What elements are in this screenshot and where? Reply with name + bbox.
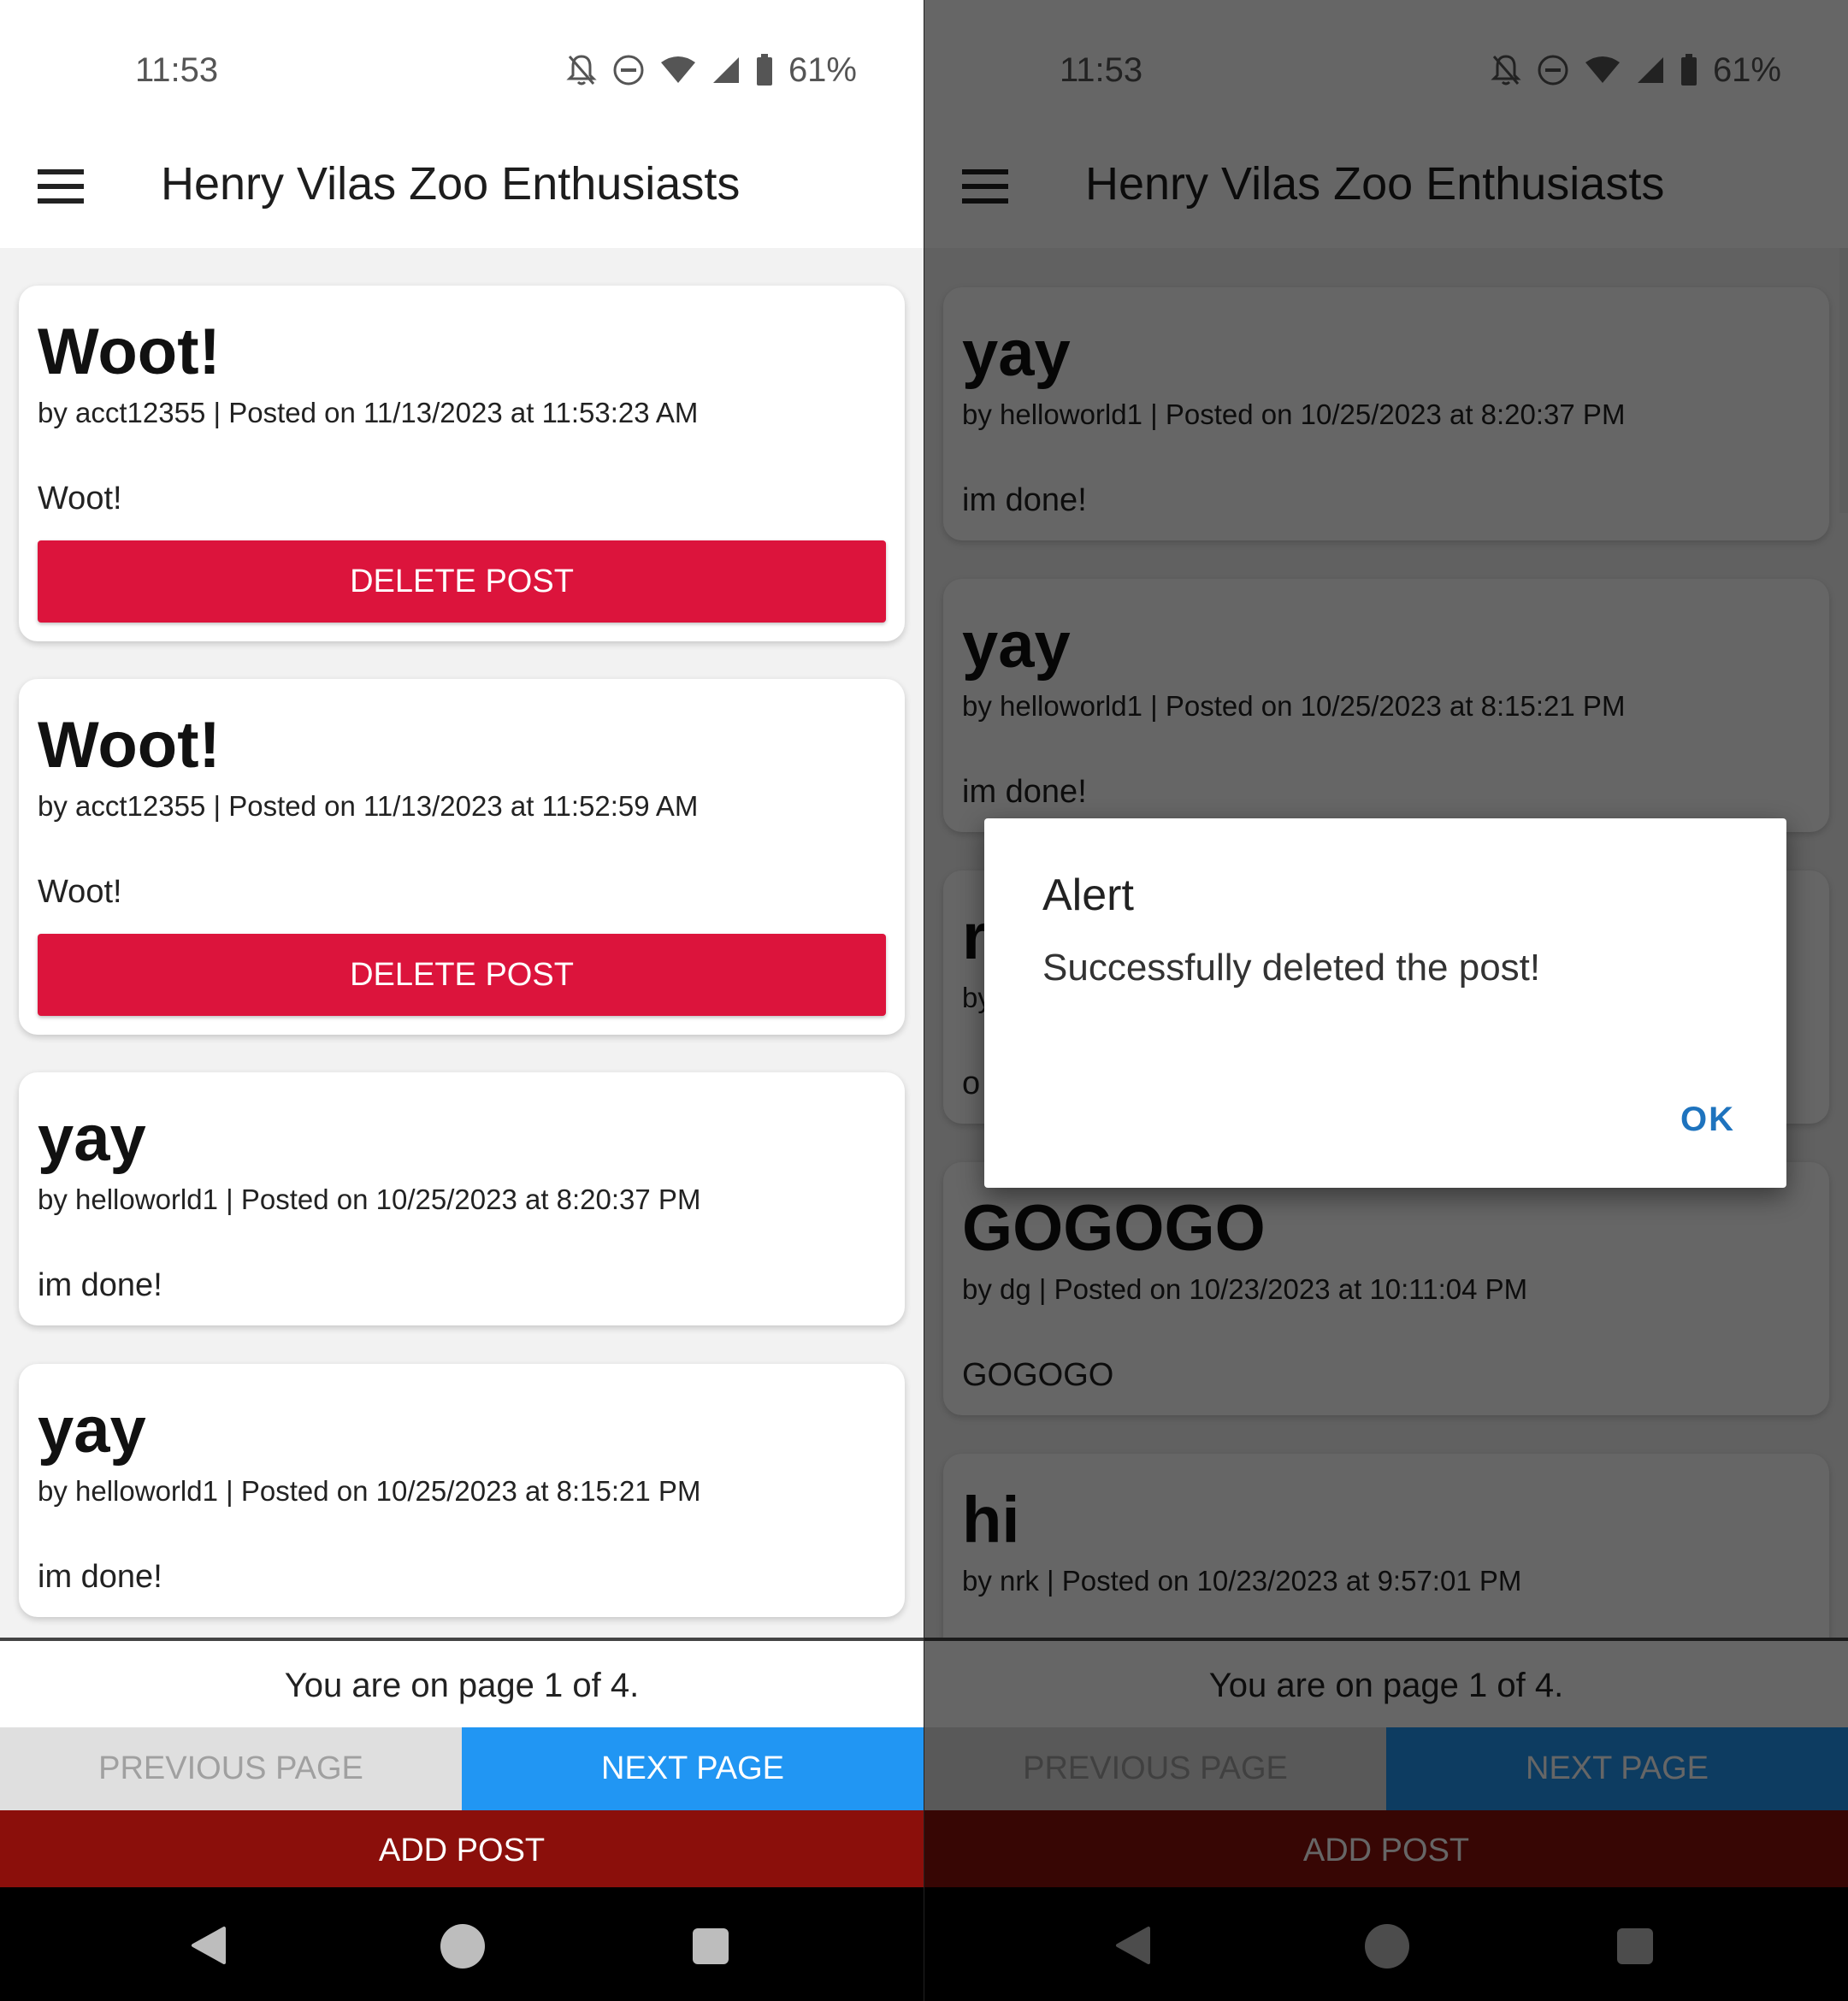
post-body: im done! (38, 1267, 162, 1303)
back-icon[interactable] (190, 1925, 227, 1966)
post-body: GOGOGO (962, 1357, 1114, 1393)
add-post-button[interactable]: ADD POST (924, 1810, 1848, 1891)
wifi-icon (660, 56, 695, 83)
status-bar: 11:53 61% (924, 0, 1848, 137)
post-meta: by dg | Posted on 10/23/2023 at 10:11:04… (962, 1273, 1528, 1305)
phone-screen-right: 11:53 61% Henry Vilas Zoo Enthusiasts ya… (924, 0, 1848, 2001)
previous-page-button[interactable]: PREVIOUS PAGE (0, 1727, 462, 1810)
post-title: Woot! (38, 316, 221, 388)
hamburger-menu-icon[interactable] (962, 169, 1008, 204)
recents-icon[interactable] (1617, 1928, 1653, 1964)
post-body: im done! (962, 774, 1087, 810)
post-body: im done! (962, 482, 1087, 518)
post-title: yay (962, 317, 1071, 390)
delete-post-button[interactable]: DELETE POST (38, 540, 886, 623)
status-time: 11:53 (135, 51, 219, 89)
battery-icon (1680, 54, 1697, 86)
do-not-disturb-icon (1538, 55, 1568, 86)
post-meta: by helloworld1 | Posted on 10/25/2023 at… (38, 1183, 701, 1215)
page-indicator: You are on page 1 of 4. (284, 1667, 640, 1704)
notifications-off-icon (1491, 55, 1521, 86)
status-icons: 61% (566, 44, 857, 96)
pagination-footer: You are on page 1 of 4. PREVIOUS PAGE NE… (0, 1638, 924, 1891)
previous-page-button[interactable]: PREVIOUS PAGE (924, 1727, 1386, 1810)
recents-icon[interactable] (693, 1928, 729, 1964)
app-title: Henry Vilas Zoo Enthusiasts (1085, 158, 1665, 210)
post-feed[interactable]: Woot! by acct12355 | Posted on 11/13/202… (0, 248, 924, 1638)
post-title: Woot! (38, 709, 221, 782)
post-body: im done! (38, 1559, 162, 1595)
post-card: GOGOGO by dg | Posted on 10/23/2023 at 1… (943, 1162, 1829, 1415)
status-icons: 61% (1491, 44, 1781, 96)
home-icon[interactable] (440, 1924, 485, 1969)
status-bar: 11:53 61% (0, 0, 924, 137)
post-body: o (962, 1065, 981, 1101)
post-title: yay (38, 1394, 146, 1467)
post-title: yay (38, 1102, 146, 1175)
post-body: Woot! (38, 481, 122, 516)
home-icon[interactable] (1365, 1924, 1409, 1969)
cellular-signal-icon (1637, 57, 1663, 83)
next-page-button[interactable]: NEXT PAGE (1386, 1727, 1848, 1810)
dialog-title: Alert (1042, 871, 1134, 920)
post-card: yay by helloworld1 | Posted on 10/25/202… (19, 1364, 905, 1617)
post-title: GOGOGO (962, 1192, 1266, 1265)
add-post-button[interactable]: ADD POST (0, 1810, 924, 1891)
post-meta: by acct12355 | Posted on 11/13/2023 at 1… (38, 397, 699, 428)
cellular-signal-icon (712, 57, 739, 83)
post-card: yay by helloworld1 | Posted on 10/25/202… (943, 579, 1829, 832)
battery-percent: 61% (1712, 50, 1781, 89)
post-card: Woot! by acct12355 | Posted on 11/13/202… (19, 286, 905, 641)
app-bar: Henry Vilas Zoo Enthusiasts (924, 137, 1848, 248)
battery-icon (756, 54, 772, 86)
post-card: yay by helloworld1 | Posted on 10/25/202… (943, 287, 1829, 540)
app-title: Henry Vilas Zoo Enthusiasts (161, 158, 741, 210)
hamburger-menu-icon[interactable] (38, 169, 84, 204)
notifications-off-icon (566, 55, 597, 86)
post-card: hi by nrk | Posted on 10/23/2023 at 9:57… (943, 1454, 1829, 1638)
pagination-footer: You are on page 1 of 4. PREVIOUS PAGE NE… (924, 1638, 1848, 1891)
post-meta: by helloworld1 | Posted on 10/25/2023 at… (962, 690, 1626, 722)
alert-dialog: Alert Successfully deleted the post! OK (984, 818, 1786, 1188)
post-title: hi (962, 1484, 1020, 1556)
post-body: Woot! (38, 874, 122, 910)
status-time: 11:53 (1060, 51, 1143, 89)
dialog-message: Successfully deleted the post! (1042, 947, 1541, 989)
next-page-button[interactable]: NEXT PAGE (462, 1727, 924, 1810)
do-not-disturb-icon (613, 55, 644, 86)
scrollbar[interactable] (1839, 248, 1848, 513)
system-nav-bar (924, 1887, 1848, 2001)
wifi-icon (1585, 56, 1620, 83)
post-meta: by acct12355 | Posted on 11/13/2023 at 1… (38, 790, 699, 822)
post-title: yay (962, 609, 1071, 682)
phone-screen-left: 11:53 61% Henry Vilas Zoo Enthusiasts Wo… (0, 0, 924, 2001)
delete-post-button[interactable]: DELETE POST (38, 934, 886, 1016)
post-meta: by nrk | Posted on 10/23/2023 at 9:57:01… (962, 1565, 1522, 1597)
ok-button[interactable]: OK (1680, 1101, 1735, 1139)
battery-percent: 61% (788, 50, 857, 89)
system-nav-bar (0, 1887, 924, 2001)
post-card: yay by helloworld1 | Posted on 10/25/202… (19, 1072, 905, 1325)
post-meta: by helloworld1 | Posted on 10/25/2023 at… (962, 398, 1626, 430)
app-bar: Henry Vilas Zoo Enthusiasts (0, 137, 924, 248)
back-icon[interactable] (1114, 1925, 1152, 1966)
post-card: Woot! by acct12355 | Posted on 11/13/202… (19, 679, 905, 1035)
post-meta: by helloworld1 | Posted on 10/25/2023 at… (38, 1475, 701, 1507)
page-indicator: You are on page 1 of 4. (1208, 1667, 1564, 1704)
